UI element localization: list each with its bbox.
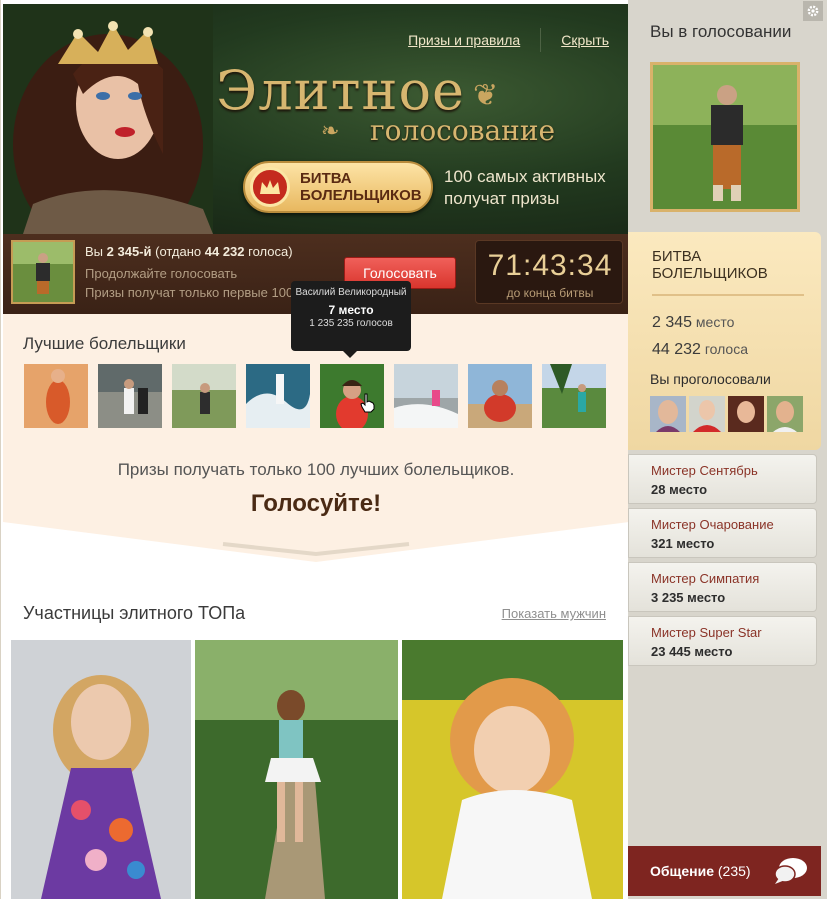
voted-thumb[interactable] [767, 396, 803, 432]
voted-thumb[interactable] [728, 396, 764, 432]
elite-top-title: Участницы элитного ТОПа [23, 603, 246, 623]
my-votes-given: 44 232 [204, 244, 245, 259]
chat-bubble-icon [774, 858, 807, 884]
sidebar: Вы в голосовании БИТВА БОЛЕЛЬЩИКОВ 2 345… [628, 0, 827, 899]
contest-card[interactable]: Мистер Очарование 321 место [628, 508, 817, 558]
crown-icon [250, 167, 290, 207]
section-divider-ribbon [3, 522, 629, 574]
keep-voting-text: Продолжайте голосовать [85, 266, 238, 281]
tooltip-votes: 1 235 235 голосов [309, 318, 393, 329]
tooltip-arrow [343, 351, 357, 358]
contest-place: 321 место [651, 536, 715, 551]
ornament-icon: ❦ [473, 79, 499, 112]
voted-for-list [650, 396, 803, 432]
prize-note-text: Призы получат только первые 100 [85, 285, 294, 300]
my-avatar[interactable] [11, 240, 75, 304]
badge-label: БИТВА БОЛЕЛЬЩИКОВ [300, 170, 422, 204]
contest-card[interactable]: Мистер Сентябрь 28 место [628, 454, 817, 504]
contest-place: 28 место [651, 482, 708, 497]
contest-card[interactable]: Мистер Симпатия 3 235 место [628, 562, 817, 612]
battle-status-card: БИТВА БОЛЕЛЬЩИКОВ 2 345 место 44 232 гол… [628, 232, 821, 450]
prize-info-text: Призы получать только 100 лучших болельщ… [117, 460, 515, 479]
voted-thumb[interactable] [689, 396, 725, 432]
battle-title-line2: БОЛЕЛЬЩИКОВ [652, 265, 768, 282]
contest-place: 3 235 место [651, 590, 726, 605]
fan-thumb[interactable] [246, 364, 310, 428]
contest-name: Мистер Симпатия [651, 571, 760, 586]
show-men-link[interactable]: Показать мужчин [502, 606, 606, 621]
best-fans-section: Лучшие болельщики Призы получать только … [3, 314, 629, 574]
participant-photo[interactable] [402, 640, 623, 899]
timer-label: до конца битвы [506, 286, 594, 300]
battle-title: БИТВА БОЛЕЛЬЩИКОВ [652, 248, 768, 282]
fan-thumb[interactable] [98, 364, 162, 428]
battle-title-line1: БИТВА [652, 248, 702, 265]
page: Призы и правила Скрыть Элитное ❦ ❧ голос… [0, 0, 827, 899]
battle-votes-value: 44 232 [652, 341, 701, 358]
vote-call-heading: Голосуйте! [250, 490, 382, 517]
contest-place: 23 445 место [651, 644, 733, 659]
participant-photo[interactable] [195, 640, 398, 899]
fan-thumb[interactable] [172, 364, 236, 428]
banner-title: Элитное [216, 59, 465, 122]
battle-votes: 44 232 голоса [652, 341, 748, 359]
voted-for-label: Вы проголосовали [650, 371, 771, 387]
ornament-small-icon: ❧ [321, 118, 340, 143]
contest-name: Мистер Сентябрь [651, 463, 758, 478]
banner-subtitle: голосование [370, 114, 556, 147]
my-photo[interactable] [650, 62, 800, 212]
voted-thumb[interactable] [650, 396, 686, 432]
promo-banner: Призы и правила Скрыть Элитное ❦ ❧ голос… [3, 4, 629, 234]
badge-label-line2: БОЛЕЛЬЩИКОВ [300, 187, 422, 204]
chat-button[interactable]: Общение (235) [628, 846, 821, 896]
fan-thumb[interactable] [468, 364, 532, 428]
battle-badge-button[interactable]: БИТВА БОЛЕЛЬЩИКОВ [243, 161, 433, 213]
you-in-voting-title: Вы в голосовании [650, 22, 792, 41]
my-rank-text: Вы 2 345-й (отдано 44 232 голоса) [85, 244, 293, 259]
battle-votes-label: голоса [700, 341, 749, 357]
hand-cursor-icon [360, 393, 375, 413]
main-column: Призы и правила Скрыть Элитное ❦ ❧ голос… [0, 0, 629, 899]
fan-tooltip: Василий Великородный 7 место 1 235 235 г… [291, 281, 411, 358]
tooltip-name: Василий Великородный [295, 287, 407, 298]
fan-thumb[interactable] [542, 364, 606, 428]
battle-place: 2 345 место [652, 314, 734, 332]
timer-value: 71:43:34 [487, 249, 613, 282]
battle-place-value: 2 345 [652, 314, 693, 331]
chat-count: (235) [713, 863, 751, 879]
chat-label-text: Общение [650, 863, 714, 879]
tooltip-place: 7 место [328, 303, 374, 317]
banner-links: Призы и правила Скрыть [408, 28, 609, 52]
contest-name: Мистер Очарование [651, 517, 774, 532]
participant-photo[interactable] [11, 640, 191, 899]
my-rank: 2 345-й [106, 244, 152, 259]
prizes-rules-link[interactable]: Призы и правила [408, 32, 520, 48]
fan-thumb[interactable] [24, 364, 88, 428]
hide-link[interactable]: Скрыть [561, 32, 609, 48]
fan-thumb[interactable] [394, 364, 458, 428]
divider [652, 294, 804, 296]
banner-girl-image [3, 4, 213, 234]
badge-label-line1: БИТВА [300, 170, 352, 187]
link-divider [540, 28, 542, 52]
contest-card[interactable]: Мистер Super Star 23 445 место [628, 616, 817, 666]
best-fans-title: Лучшие болельщики [23, 334, 186, 353]
chat-label: Общение (235) [650, 863, 751, 879]
battle-place-label: место [692, 314, 735, 330]
badge-description: 100 самых активных получат призы [444, 167, 606, 208]
countdown-timer: 71:43:34 до конца битвы [475, 240, 623, 304]
best-fans-list [24, 364, 606, 428]
contest-name: Мистер Super Star [651, 625, 762, 640]
gear-icon[interactable] [803, 1, 823, 21]
